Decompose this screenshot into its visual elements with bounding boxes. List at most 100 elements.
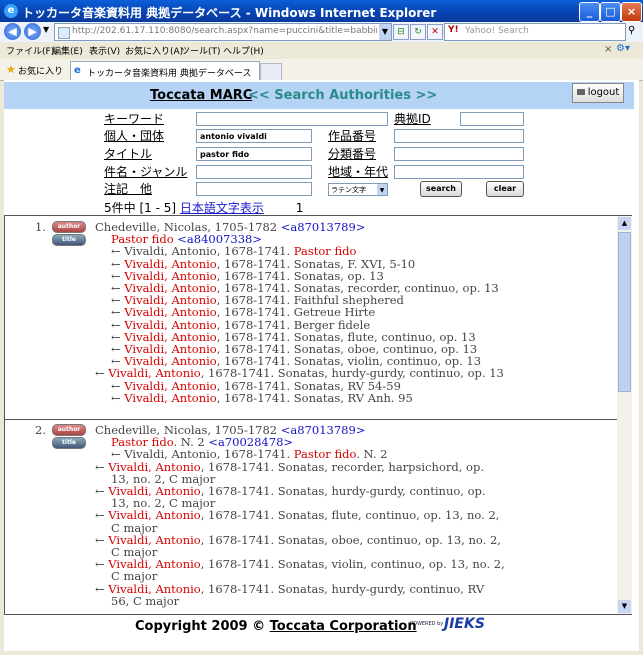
address-toolbar: ◀ ▶ ▼ http://202.61.17.110:8080/search.a… — [0, 22, 643, 43]
chevron-down-icon: ▼ — [377, 184, 387, 195]
menu-bar: ファイル(F) 編集(E) 表示(V) お気に入り(A) ツール(T) ヘルプ(… — [0, 42, 643, 60]
arrow: ← — [95, 366, 105, 381]
author-icon[interactable]: author — [52, 221, 86, 233]
title-label[interactable]: タイトル — [104, 145, 152, 162]
compat-view-icon[interactable]: ⊟ — [393, 24, 409, 40]
ref-name: Vivaldi, Antonio — [124, 390, 217, 405]
copyright: Copyright 2009 © Toccata Corporation — [135, 619, 417, 634]
page-header: Toccata MARC << Search Authorities >> — [4, 82, 634, 109]
menu-help[interactable]: ヘルプ(H) — [223, 44, 264, 57]
page-number[interactable]: 1 — [296, 201, 304, 215]
title-icon[interactable]: title — [52, 234, 86, 246]
search-icon[interactable]: ⚲ — [628, 25, 635, 36]
ref-line: ← Vivaldi, Antonio, 1678-1741. Sonatas, … — [79, 459, 505, 485]
arrow: ← — [95, 459, 105, 474]
menu-file[interactable]: ファイル(F) — [6, 44, 54, 57]
scroll-down-icon[interactable]: ▼ — [618, 600, 631, 613]
arrow: ← — [95, 581, 105, 596]
ref-line: ← Vivaldi, Antonio, 1678-1741. Sonatas, … — [79, 485, 505, 509]
clear-button[interactable]: clear — [486, 181, 524, 197]
address-input[interactable]: http://202.61.17.110:8080/search.aspx?na… — [54, 23, 392, 41]
ref-line: ← Vivaldi, Antonio, 1678-1741. Sonatas, … — [95, 392, 505, 404]
company-link[interactable]: Toccata Corporation — [270, 619, 417, 634]
stop-icon[interactable]: ✕ — [427, 24, 443, 40]
minimize-button[interactable]: _ — [579, 2, 600, 22]
japanese-display-link[interactable]: 日本語文字表示 — [180, 201, 264, 215]
scroll-up-icon[interactable]: ▲ — [618, 217, 631, 230]
tools-gear-icon[interactable]: ⚙▾ — [616, 43, 630, 54]
keyword-label[interactable]: キーワード — [104, 110, 164, 127]
page-title[interactable]: Toccata MARC — [150, 88, 252, 103]
search-button[interactable]: search — [420, 181, 462, 197]
favorites-bar: ★ お気に入り e トッカータ音楽資料用 典拠データベース — [0, 59, 643, 81]
page-subtitle: << Search Authorities >> — [248, 88, 438, 103]
script-select[interactable]: ラテン文字 ▼ — [328, 183, 388, 196]
subject-label[interactable]: 件名・ジャンル — [104, 163, 187, 180]
jieks-logo: JIEKS — [444, 616, 485, 632]
results-scrollbar[interactable]: ▲ ▼ — [617, 215, 632, 615]
ref-line: ← Vivaldi, Antonio, 1678-1741. Sonatas, … — [79, 509, 505, 533]
menu-edit[interactable]: 編集(E) — [52, 44, 83, 57]
url-dropdown-icon[interactable]: ▼ — [379, 24, 391, 40]
heading-id-link[interactable]: <a87013789> — [281, 423, 366, 437]
record-number: 1. — [35, 220, 46, 234]
new-tab-button[interactable] — [260, 63, 282, 81]
results-count: 5件中 [1 - 5] 日本語文字表示 1 — [104, 199, 303, 216]
subject-field[interactable] — [196, 165, 312, 179]
copyright-prefix: Copyright 2009 © — [135, 619, 270, 634]
person-label[interactable]: 個人・団体 — [104, 127, 164, 144]
close-window-button[interactable]: × — [621, 2, 642, 22]
count-text: 5件中 [1 - 5] — [104, 201, 177, 215]
heading-id-link[interactable]: <a87013789> — [281, 220, 366, 234]
menu-view[interactable]: 表示(V) — [89, 44, 120, 57]
region-field[interactable] — [394, 165, 524, 179]
logout-label: logout — [587, 87, 620, 98]
record-divider — [5, 419, 618, 420]
person-field[interactable]: antonio vivaldi — [196, 129, 312, 143]
keyword-field[interactable] — [196, 112, 388, 126]
note-label[interactable]: 注記 他 — [104, 180, 152, 197]
scroll-thumb[interactable] — [618, 232, 631, 392]
ref-line: ← Vivaldi, Antonio, 1678-1741. Sonatas, … — [79, 534, 505, 558]
results-list[interactable]: 1. author title Chedeville, Nicolas, 170… — [4, 215, 619, 615]
menu-tools[interactable]: ツール(T) — [181, 44, 221, 57]
tab-ie-icon: e — [74, 65, 81, 76]
close-tab-icon[interactable]: × — [604, 44, 612, 55]
logout-button[interactable]: logout — [572, 83, 624, 103]
note-field[interactable] — [196, 182, 312, 196]
refresh-icon[interactable]: ↻ — [410, 24, 426, 40]
search-input[interactable]: Y! Yahoo! Search — [444, 23, 626, 41]
window-title-bar: e トッカータ音楽資料用 典拠データベース - Windows Internet… — [0, 0, 643, 22]
logout-icon — [576, 89, 585, 95]
arrow: ← — [95, 508, 105, 523]
class-number-label[interactable]: 分類番号 — [328, 145, 376, 162]
authority-id-field[interactable] — [460, 112, 524, 126]
record-number: 2. — [35, 423, 46, 437]
authority-id-label[interactable]: 典拠ID — [394, 110, 431, 127]
nav-dropdown-icon[interactable]: ▼ — [43, 25, 49, 34]
menu-favorites[interactable]: お気に入り(A) — [125, 44, 183, 57]
forward-button[interactable]: ▶ — [24, 23, 41, 40]
url-text: http://202.61.17.110:8080/search.aspx?na… — [72, 26, 377, 36]
favorites-label[interactable]: お気に入り — [18, 64, 63, 77]
title-icon[interactable]: title — [52, 437, 86, 449]
arrow: ← — [95, 532, 105, 547]
powered-by-logo[interactable]: POWERED by JIEKS — [410, 616, 500, 632]
ref-line: ← Vivaldi, Antonio, 1678-1741. Sonatas, … — [79, 581, 505, 607]
favorites-star-icon[interactable]: ★ — [6, 63, 16, 76]
page-content: Toccata MARC << Search Authorities >> lo… — [4, 80, 639, 651]
region-label[interactable]: 地域・年代 — [328, 163, 388, 180]
work-number-field[interactable] — [394, 129, 524, 143]
title-field[interactable]: pastor fido — [196, 147, 312, 161]
ref-line: ← Vivaldi, Antonio, 1678-1741. Sonatas, … — [79, 558, 505, 582]
ref-rest: , 1678-1741. Sonatas, RV Anh. 95 — [216, 390, 413, 405]
page-icon — [58, 27, 70, 39]
author-icon[interactable]: author — [52, 424, 86, 436]
script-select-value: ラテン文字 — [331, 186, 366, 194]
arrow: ← — [95, 484, 105, 499]
class-number-field[interactable] — [394, 147, 524, 161]
tab-active[interactable]: e トッカータ音楽資料用 典拠データベース — [70, 61, 260, 80]
back-button[interactable]: ◀ — [4, 23, 21, 40]
work-number-label[interactable]: 作品番号 — [328, 127, 376, 144]
maximize-button[interactable]: □ — [600, 2, 621, 22]
